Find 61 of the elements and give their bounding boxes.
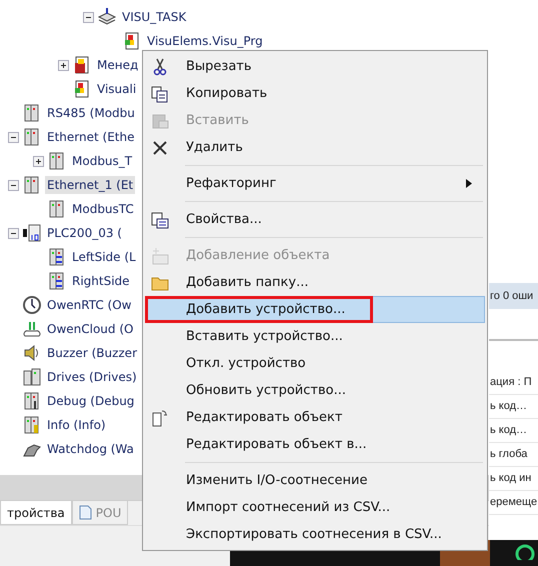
collapse-icon[interactable] <box>8 180 19 190</box>
tree-item[interactable]: Visuali <box>95 80 138 98</box>
menu-item[interactable]: Добавить устройство... <box>145 296 485 323</box>
tree-item[interactable]: OwenCloud (O <box>45 320 136 338</box>
tree-item[interactable]: RS485 (Modbu <box>45 104 137 122</box>
panel-tab[interactable]: тройства <box>0 501 72 525</box>
menu-item[interactable]: Импорт соотнесений из CSV... <box>145 494 485 521</box>
tree-item[interactable]: ModbusTC <box>70 200 136 218</box>
menu-item[interactable]: Рефакторинг <box>145 170 485 197</box>
menu-item[interactable]: Удалить <box>145 134 485 161</box>
menu-item[interactable]: Вырезать <box>145 53 485 80</box>
tree-item[interactable]: Ethernet_1 (Et <box>45 176 136 194</box>
message-row[interactable]: ь код… <box>489 419 538 443</box>
tree-item[interactable]: VisuElems.Visu_Prg <box>145 32 265 50</box>
tree-item[interactable]: LeftSide (L <box>70 248 138 266</box>
clock-icon <box>22 295 42 315</box>
tree-item[interactable]: Buzzer (Buzzer <box>45 344 139 362</box>
cloud-icon <box>22 319 42 339</box>
tree-item[interactable]: Info (Info) <box>45 416 108 434</box>
copy-icon <box>151 84 169 102</box>
message-row[interactable]: ь код ин <box>489 467 538 491</box>
delete-icon <box>151 138 169 156</box>
collapse-icon[interactable] <box>8 228 19 238</box>
tree-item[interactable]: Ethernet (Ethe <box>45 128 136 146</box>
message-row[interactable]: ь глоба <box>489 443 538 467</box>
menu-item[interactable]: Экспортировать соотнесения в CSV... <box>145 521 485 548</box>
tree-item[interactable]: OwenRTC (Ow <box>45 296 134 314</box>
collapse-icon[interactable] <box>83 12 94 22</box>
menu-item[interactable]: Редактировать объект <box>145 404 485 431</box>
menu-item[interactable]: Обновить устройство... <box>145 377 485 404</box>
tree-item[interactable]: Drives (Drives) <box>45 368 139 386</box>
menu-item[interactable]: Вставить устройство... <box>145 323 485 350</box>
tree-item[interactable]: Debug (Debug <box>45 392 136 410</box>
menu-item[interactable]: Редактировать объект в... <box>145 431 485 458</box>
message-row[interactable]: ь код… <box>489 395 538 419</box>
edit-document-icon <box>151 408 169 426</box>
cut-icon <box>151 58 169 76</box>
tree-item[interactable]: RightSide <box>70 272 132 290</box>
menu-item[interactable]: Изменить I/O-соотнесение <box>145 467 485 494</box>
tree-item[interactable]: VISU_TASK <box>120 8 188 26</box>
drives-icon <box>22 367 42 387</box>
menu-item[interactable]: Копировать <box>145 80 485 107</box>
paste-icon <box>151 112 169 130</box>
expand-icon[interactable] <box>33 156 44 166</box>
menu-item[interactable]: Свойства... <box>145 206 485 233</box>
menu-item[interactable]: Добавить папку... <box>145 269 485 296</box>
expand-icon[interactable] <box>58 60 69 70</box>
tree-item[interactable]: Modbus_T <box>70 152 134 170</box>
properties-icon <box>151 210 169 228</box>
menu-item[interactable]: Откл. устройство <box>145 350 485 377</box>
collapse-icon[interactable] <box>8 132 19 142</box>
controller-icon <box>22 223 42 243</box>
document-icon <box>78 505 92 520</box>
tree-item[interactable]: PLC200_03 ( <box>45 224 124 242</box>
message-row[interactable]: еремеще <box>489 491 538 515</box>
add-object-icon <box>151 246 169 264</box>
tree-item[interactable]: Watchdog (Wa <box>45 440 136 458</box>
message-row[interactable]: ация : П <box>489 371 538 395</box>
tasks-icon <box>97 7 117 27</box>
message-summary: го 0 оши <box>489 283 538 309</box>
tree-item[interactable]: Менед <box>95 56 140 74</box>
